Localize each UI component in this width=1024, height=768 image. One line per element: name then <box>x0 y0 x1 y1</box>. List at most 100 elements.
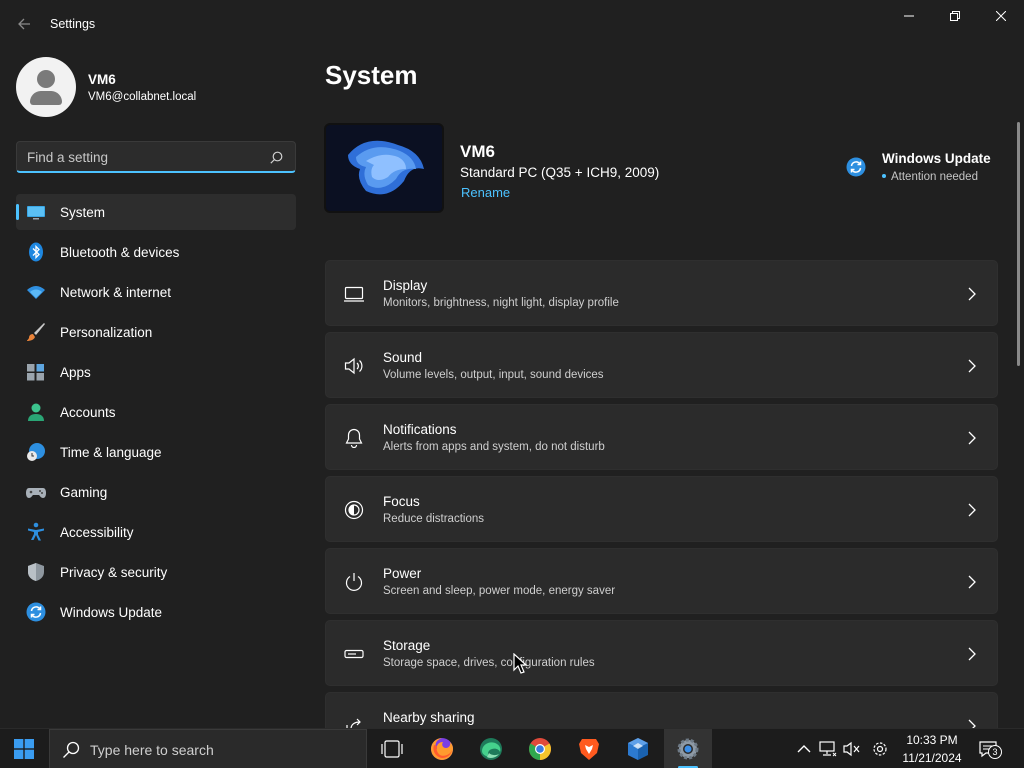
card-nearby-sharing[interactable]: Nearby sharing <box>325 692 998 728</box>
avatar-head <box>37 70 55 88</box>
status-dot-icon <box>882 173 886 178</box>
taskbar-settings[interactable] <box>664 729 712 768</box>
taskbar-search[interactable]: Type here to search <box>49 729 367 768</box>
windows-update-status-label: Attention needed <box>891 171 978 183</box>
sidebar-item-accessibility[interactable]: Accessibility <box>16 514 296 550</box>
windows-update-icon <box>846 157 866 177</box>
back-button[interactable] <box>10 10 38 38</box>
card-title: Display <box>383 278 428 293</box>
apps-icon <box>27 364 44 381</box>
restore-button[interactable] <box>932 0 978 32</box>
sidebar-item-accounts[interactable]: Accounts <box>16 394 296 430</box>
clock-date: 11/21/2024 <box>902 751 962 765</box>
windows-update-icon <box>26 602 46 622</box>
chevron-right-icon <box>968 431 976 445</box>
card-title: Notifications <box>383 422 457 437</box>
sidebar-item-label: Accounts <box>60 405 116 420</box>
sidebar-item-label: Network & internet <box>60 285 172 300</box>
notification-count-badge: 3 <box>988 745 1002 759</box>
taskbar-brave[interactable] <box>565 729 613 768</box>
task-view-icon <box>381 740 403 758</box>
taskbar-search-placeholder: Type here to search <box>90 742 214 758</box>
sidebar-item-time-language[interactable]: Time & language <box>16 434 296 470</box>
mouse-cursor-icon <box>513 653 527 674</box>
system-icon <box>27 206 45 220</box>
wallpaper-bloom-icon <box>326 125 442 211</box>
sidebar-item-gaming[interactable]: Gaming <box>16 474 296 510</box>
sidebar-item-label: Time & language <box>60 445 162 460</box>
sidebar-item-apps[interactable]: Apps <box>16 354 296 390</box>
scrollbar-thumb[interactable] <box>1017 122 1020 366</box>
start-button[interactable] <box>4 731 44 767</box>
minimize-icon <box>904 15 914 17</box>
page-title: System <box>325 60 418 90</box>
accounts-icon <box>28 403 44 421</box>
card-title: Sound <box>383 350 423 365</box>
taskbar-chrome[interactable] <box>516 729 564 768</box>
time-language-icon <box>27 443 45 461</box>
accessibility-icon <box>28 522 44 541</box>
taskbar-edge-dev[interactable] <box>467 729 515 768</box>
sidebar-item-privacy-security[interactable]: Privacy & security <box>16 554 296 590</box>
taskbar: Type here to search 10:33 PM 11/21/2024 … <box>0 728 1024 768</box>
chevron-right-icon <box>968 287 976 301</box>
restore-icon <box>950 11 960 21</box>
card-description: Screen and sleep, power mode, energy sav… <box>383 585 616 597</box>
card-storage[interactable]: Storage Storage space, drives, configura… <box>325 620 998 686</box>
bluetooth-icon <box>29 242 43 262</box>
edge-icon <box>480 738 502 760</box>
device-name: VM6 <box>460 142 495 161</box>
card-title: Nearby sharing <box>383 710 475 725</box>
show-hidden-icons-button[interactable] <box>794 739 814 759</box>
minimize-button[interactable] <box>886 0 932 32</box>
sidebar-item-label: Accessibility <box>60 525 134 540</box>
task-view-button[interactable] <box>368 729 416 768</box>
search-icon[interactable] <box>270 151 283 164</box>
volume-muted-icon <box>843 741 860 757</box>
settings-tray-button[interactable] <box>870 739 890 759</box>
card-display[interactable]: Display Monitors, brightness, night ligh… <box>325 260 998 326</box>
card-description: Volume levels, output, input, sound devi… <box>383 369 604 381</box>
close-icon <box>996 11 1006 21</box>
taskbar-virtualbox[interactable] <box>614 729 662 768</box>
sidebar-item-system[interactable]: System <box>16 194 296 230</box>
user-profile[interactable]: VM6 VM6@collabnet.local <box>16 57 296 117</box>
sidebar-item-label: System <box>60 205 106 220</box>
sidebar-item-personalization[interactable]: Personalization <box>16 314 296 350</box>
card-notifications[interactable]: Notifications Alerts from apps and syste… <box>325 404 998 470</box>
rename-link[interactable]: Rename <box>461 185 510 200</box>
windows-logo-icon <box>14 739 34 759</box>
device-thumbnail <box>324 123 444 213</box>
sidebar-item-bluetooth[interactable]: Bluetooth & devices <box>16 234 296 270</box>
bell-icon <box>345 428 363 448</box>
windows-update-status[interactable]: Windows Update Attention needed <box>846 150 1006 190</box>
settings-search[interactable] <box>16 141 296 173</box>
search-input[interactable] <box>27 142 267 172</box>
windows-update-status-text: Attention needed <box>882 171 978 183</box>
focus-icon <box>344 500 364 520</box>
clock-time: 10:33 PM <box>906 733 958 747</box>
taskbar-firefox[interactable] <box>418 729 466 768</box>
brave-icon <box>579 739 599 760</box>
gear-icon <box>873 742 887 756</box>
app-title: Settings <box>50 17 96 31</box>
share-icon <box>346 718 361 728</box>
avatar-body <box>30 91 62 105</box>
card-power[interactable]: Power Screen and sleep, power mode, ener… <box>325 548 998 614</box>
firefox-icon <box>431 738 453 760</box>
chevron-right-icon <box>968 575 976 589</box>
brush-icon <box>27 323 45 341</box>
card-title: Storage <box>383 638 431 653</box>
settings-card-list: Display Monitors, brightness, night ligh… <box>325 260 998 728</box>
chevron-right-icon <box>968 647 976 661</box>
sidebar-item-network[interactable]: Network & internet <box>16 274 296 310</box>
volume-tray-button[interactable] <box>842 739 862 759</box>
network-tray-button[interactable] <box>818 739 838 759</box>
card-sound[interactable]: Sound Volume levels, output, input, soun… <box>325 332 998 398</box>
close-button[interactable] <box>978 0 1024 32</box>
sidebar-item-windows-update[interactable]: Windows Update <box>16 594 296 630</box>
sidebar-item-label: Personalization <box>60 325 153 340</box>
card-focus[interactable]: Focus Reduce distractions <box>325 476 998 542</box>
user-name: VM6 <box>88 72 116 87</box>
title-bar: Settings <box>0 0 1024 48</box>
